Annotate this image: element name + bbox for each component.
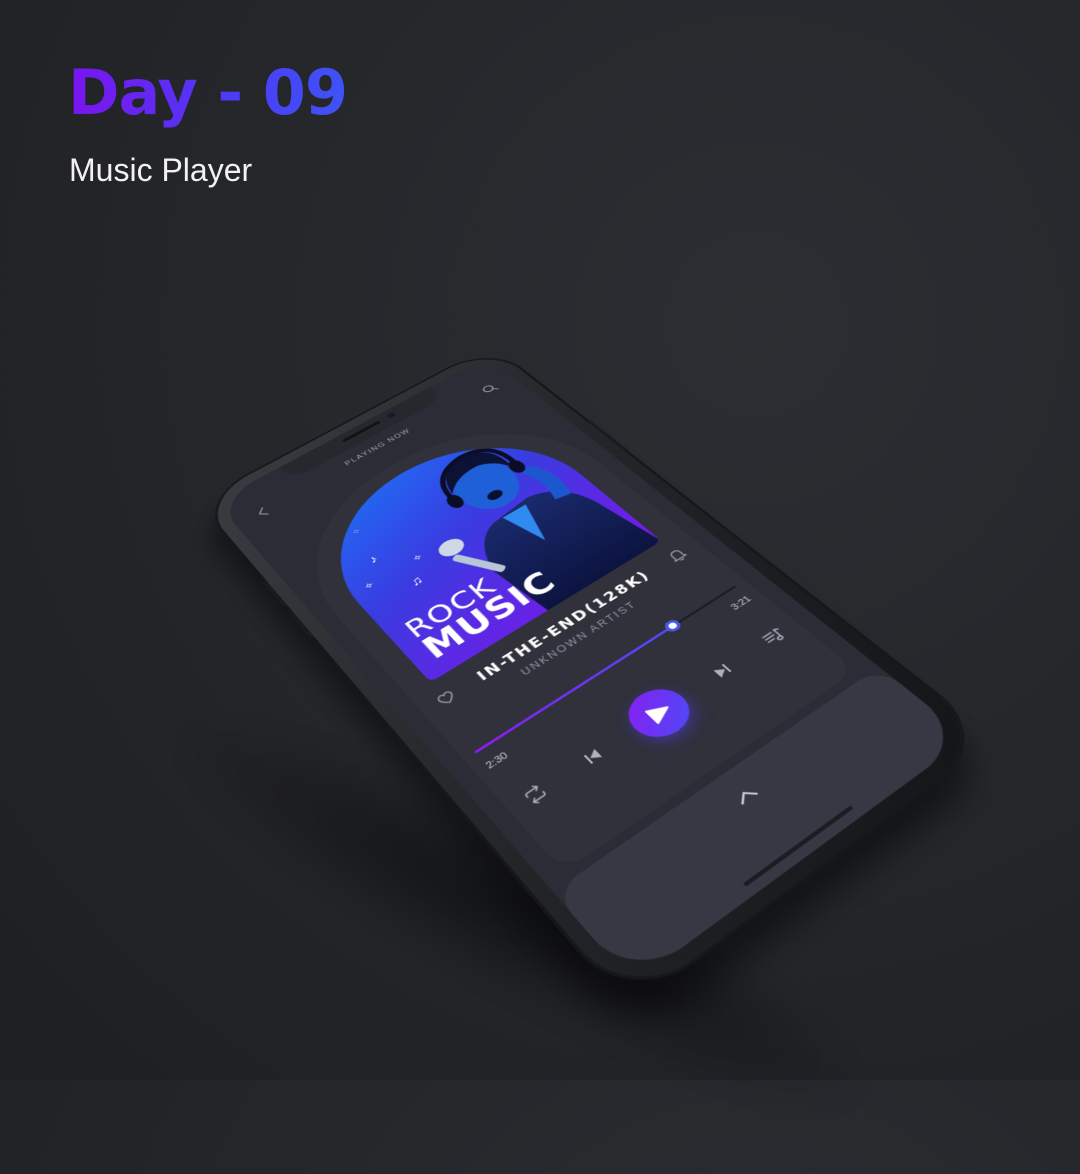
playlist-button[interactable] <box>756 623 792 650</box>
next-button[interactable] <box>704 657 740 685</box>
previous-button[interactable] <box>575 742 612 772</box>
sparkle-icon: ⁘ <box>350 527 363 537</box>
music-notes-icon: ♫ <box>407 574 427 589</box>
star-icon: ✧ <box>410 551 426 564</box>
expand-button[interactable] <box>729 782 762 808</box>
playlist-icon <box>756 623 792 650</box>
chevron-up-icon <box>729 782 762 808</box>
star-icon: ✧ <box>361 579 377 592</box>
skip-previous-icon <box>583 748 603 764</box>
music-note-icon: ♪ <box>366 553 381 566</box>
repeat-icon <box>517 779 554 810</box>
repeat-button[interactable] <box>517 779 554 810</box>
app-screen: PLAYING NOW ♪ ✧ ✧ ♫ ⁘ ROCK MUSIC IN-THE-… <box>215 356 969 984</box>
front-camera <box>386 411 397 419</box>
play-icon <box>642 699 677 727</box>
phone-mockup: PLAYING NOW ♪ ✧ ✧ ♫ ⁘ ROCK MUSIC IN-THE-… <box>199 346 993 1007</box>
skip-next-icon <box>713 663 732 678</box>
phone-stage: PLAYING NOW ♪ ✧ ✧ ♫ ⁘ ROCK MUSIC IN-THE-… <box>0 0 1080 1080</box>
